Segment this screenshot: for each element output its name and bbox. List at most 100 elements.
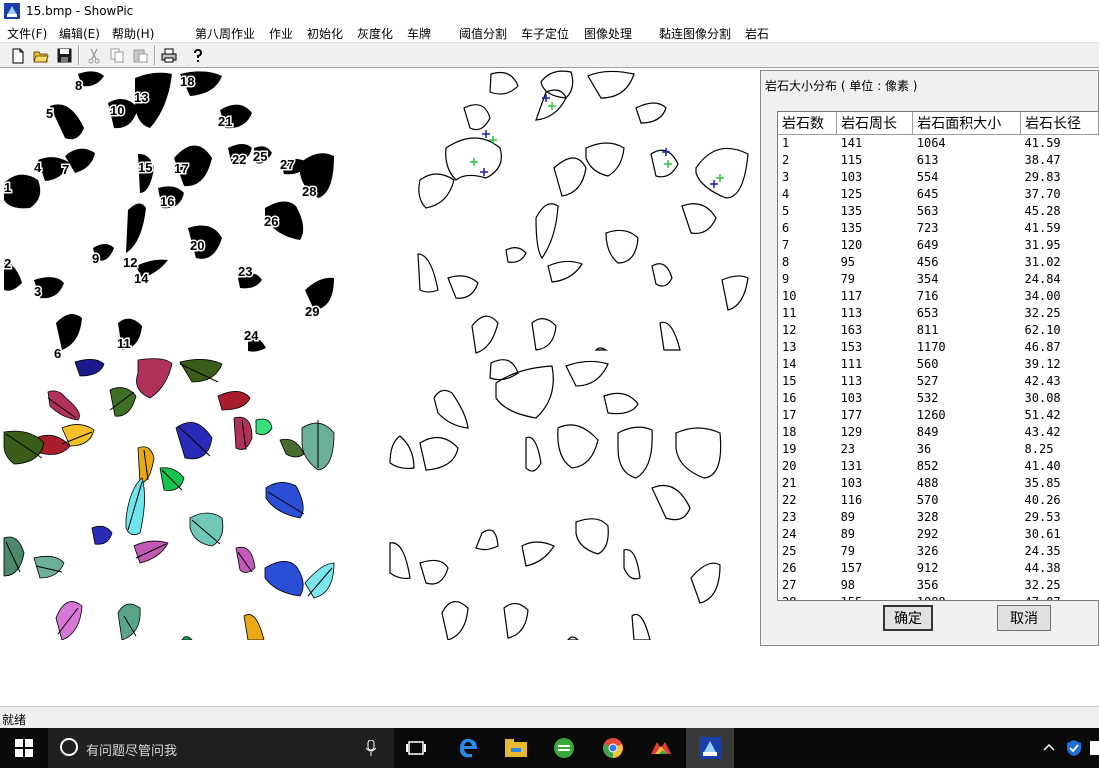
- column-header[interactable]: 岩石周长: [836, 112, 914, 135]
- table-cell: 20: [782, 458, 797, 473]
- shield-icon[interactable]: [1066, 739, 1082, 757]
- table-cell: 8: [782, 254, 790, 269]
- menu-grayscale[interactable]: 灰度化: [355, 24, 395, 43]
- menu-help[interactable]: 帮助(H): [110, 24, 156, 43]
- rock-label-7: 7: [62, 162, 69, 177]
- table-cell: 326: [916, 543, 939, 558]
- table-row[interactable]: 18 129 849 43.42: [778, 423, 1099, 440]
- taskbar-search[interactable]: 有问题尽管问我: [48, 728, 394, 768]
- file-explorer-button[interactable]: [492, 728, 540, 768]
- column-header[interactable]: 岩石长径: [1020, 112, 1099, 135]
- menu-adhesion-split[interactable]: 黏连图像分割: [657, 24, 733, 43]
- table-row[interactable]: 23 89 328 29.53: [778, 508, 1099, 525]
- print-button[interactable]: [159, 46, 179, 65]
- chevron-up-icon[interactable]: [1043, 742, 1055, 752]
- showpic-taskbar-button[interactable]: [686, 728, 734, 768]
- table-row[interactable]: 15 113 527 42.43: [778, 372, 1099, 389]
- table-row[interactable]: 8 95 456 31.02: [778, 253, 1099, 270]
- table-cell: 24.35: [1024, 543, 1061, 558]
- menu-threshold[interactable]: 阈值分割: [457, 24, 509, 43]
- table-row[interactable]: 13 153 1170 46.87: [778, 338, 1099, 355]
- rock-outline: [651, 263, 673, 287]
- table-row[interactable]: 14 111 560 39.12: [778, 355, 1099, 372]
- showpic-icon: [699, 737, 721, 759]
- paste-button[interactable]: [130, 46, 150, 65]
- menu-init[interactable]: 初始化: [305, 24, 345, 43]
- table-row[interactable]: 22 116 570 40.26: [778, 491, 1099, 508]
- table-row[interactable]: 16 103 532 30.08: [778, 389, 1099, 406]
- table-row[interactable]: 27 98 356 32.25: [778, 576, 1099, 593]
- cancel-button[interactable]: 取消: [997, 605, 1051, 631]
- menu-week8[interactable]: 第八周作业: [193, 24, 257, 43]
- microphone-icon[interactable]: [366, 740, 376, 756]
- table-row[interactable]: 6 135 723 41.59: [778, 219, 1099, 236]
- rock-outline: [521, 541, 555, 567]
- rock-outline: [575, 518, 609, 555]
- table-row[interactable]: 4 125 645 37.70: [778, 185, 1099, 202]
- table-row[interactable]: 12 163 811 62.10: [778, 321, 1099, 338]
- colorful-app-button[interactable]: [637, 728, 685, 768]
- green-app-icon: [554, 738, 574, 758]
- table-row[interactable]: 17 177 1260 51.42: [778, 406, 1099, 423]
- menu-plate[interactable]: 车牌: [405, 24, 433, 43]
- rock-outline: [675, 427, 722, 479]
- column-header[interactable]: 岩石面积大小: [912, 112, 1022, 135]
- table-row[interactable]: 5 135 563 45.28: [778, 202, 1099, 219]
- rock-shape: [126, 203, 146, 253]
- rock-outline: [447, 275, 479, 299]
- table-cell: 51.42: [1024, 407, 1061, 422]
- menu-image-process[interactable]: 图像处理: [582, 24, 634, 43]
- chrome-button[interactable]: [589, 728, 637, 768]
- table-cell: 14: [782, 356, 797, 371]
- table-row[interactable]: 3 103 554 29.83: [778, 168, 1099, 185]
- table-cell: 18: [782, 424, 797, 439]
- menu-car-locate[interactable]: 车子定位: [519, 24, 571, 43]
- menu-rock[interactable]: 岩石: [743, 24, 771, 43]
- table-row[interactable]: 19 23 36 8.25: [778, 440, 1099, 457]
- table-row[interactable]: 24 89 292 30.61: [778, 525, 1099, 542]
- rock-shape: [117, 603, 141, 640]
- ok-button[interactable]: 确定: [883, 605, 933, 631]
- table-row[interactable]: 10 117 716 34.00: [778, 287, 1099, 304]
- help-button[interactable]: [188, 46, 208, 65]
- table-row[interactable]: 2 115 613 38.47: [778, 151, 1099, 168]
- rock-label-16: 16: [160, 194, 174, 209]
- rock-size-table[interactable]: 岩石数 岩石周长 岩石面积大小 岩石长径 1 141 1064 41.59 2 115 61…: [777, 111, 1099, 601]
- table-row[interactable]: 20 131 852 41.40: [778, 457, 1099, 474]
- table-cell: 560: [916, 356, 939, 371]
- menu-homework[interactable]: 作业: [267, 24, 295, 43]
- rock-label-26: 26: [264, 214, 278, 229]
- cut-button[interactable]: [84, 46, 104, 65]
- table-row[interactable]: 11 113 653 32.25: [778, 304, 1099, 321]
- menu-edit[interactable]: 编辑(E): [57, 24, 102, 43]
- start-button[interactable]: [0, 728, 48, 768]
- rock-shape: [91, 525, 113, 545]
- new-file-button[interactable]: [8, 46, 28, 65]
- green-app-button[interactable]: [540, 728, 588, 768]
- table-cell: 111: [840, 356, 863, 371]
- table-row[interactable]: 7 120 649 31.95: [778, 236, 1099, 253]
- rock-outline: [419, 437, 459, 471]
- table-cell: 29.83: [1024, 169, 1061, 184]
- table-row[interactable]: 26 157 912 44.38: [778, 559, 1099, 576]
- menu-file[interactable]: 文件(F): [5, 24, 49, 43]
- rock-shape: [50, 104, 84, 140]
- open-button[interactable]: [31, 46, 51, 65]
- table-row[interactable]: 28155108847.07: [778, 593, 1099, 601]
- table-row[interactable]: 21 103 488 35.85: [778, 474, 1099, 491]
- table-row[interactable]: 1 141 1064 41.59: [778, 134, 1099, 151]
- column-header[interactable]: 岩石数: [778, 112, 838, 135]
- table-cell: 36: [916, 441, 932, 456]
- rock-outline: [418, 173, 455, 209]
- copy-button[interactable]: [107, 46, 127, 65]
- table-cell: 22: [782, 492, 797, 507]
- network-icon[interactable]: [1090, 741, 1099, 755]
- table-row[interactable]: 25 79 326 24.35: [778, 542, 1099, 559]
- rock-label-23: 23: [238, 264, 252, 279]
- rock-shape: [3, 536, 25, 577]
- save-button[interactable]: [54, 46, 74, 65]
- task-view-button[interactable]: [392, 728, 440, 768]
- rock-outline: [659, 321, 681, 351]
- table-row[interactable]: 9 79 354 24.84: [778, 270, 1099, 287]
- edge-button[interactable]: [444, 728, 492, 768]
